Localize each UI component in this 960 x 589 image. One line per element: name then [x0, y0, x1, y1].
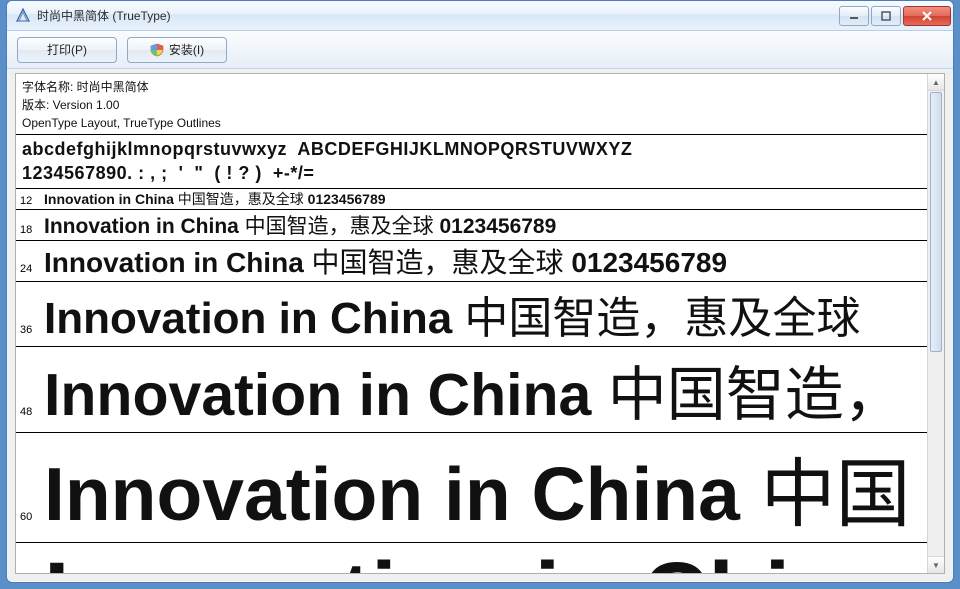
sample-row: 48Innovation in China 中国智造，	[16, 347, 927, 433]
sample-row: 24Innovation in China 中国智造，惠及全球 01234567…	[16, 241, 927, 282]
content-area: 字体名称: 时尚中黑简体 版本: Version 1.00 OpenType L…	[15, 73, 945, 574]
window-frame: 时尚中黑简体 (TrueType) 打印(P)	[6, 0, 954, 583]
sample-text: Innovation in China 中国智造，惠及全球 0123456789	[44, 210, 556, 240]
titlebar[interactable]: 时尚中黑简体 (TrueType)	[7, 1, 953, 31]
maximize-button[interactable]	[871, 6, 901, 26]
font-layout-line: OpenType Layout, TrueType Outlines	[22, 114, 921, 132]
print-button[interactable]: 打印(P)	[17, 37, 117, 63]
alphabet-block: abcdefghijklmnopqrstuvwxyz ABCDEFGHIJKLM…	[16, 135, 927, 189]
close-button[interactable]	[903, 6, 951, 26]
font-metadata: 字体名称: 时尚中黑简体 版本: Version 1.00 OpenType L…	[16, 74, 927, 135]
window-title: 时尚中黑简体 (TrueType)	[37, 7, 837, 24]
sample-text: Innovation in China 中国	[44, 433, 911, 542]
alphabet-lowercase-uppercase: abcdefghijklmnopqrstuvwxyz ABCDEFGHIJKLM…	[22, 137, 921, 161]
sample-text: Innovation in China 中国智造，	[44, 347, 903, 432]
sample-size-label: 24	[20, 263, 44, 275]
scroll-down-arrow[interactable]: ▼	[928, 556, 944, 573]
print-button-label: 打印(P)	[47, 41, 87, 58]
sample-row: 12Innovation in China 中国智造，惠及全球 01234567…	[16, 189, 927, 210]
toolbar: 打印(P) 安装(I)	[7, 31, 953, 69]
maximize-icon	[881, 11, 891, 21]
shield-icon	[150, 43, 164, 57]
sample-text: Innovation in China 中国智造，惠及全球	[44, 282, 860, 346]
sample-size-label: 60	[20, 511, 44, 523]
sample-text: Innovation in China 中国智造，惠及全球 0123456789	[44, 241, 727, 281]
sample-size-label: 48	[20, 406, 44, 418]
sample-row: Innovation in China	[16, 543, 927, 573]
sample-size-label: 18	[20, 224, 44, 236]
sample-list: 12Innovation in China 中国智造，惠及全球 01234567…	[16, 189, 927, 573]
install-button[interactable]: 安装(I)	[127, 37, 227, 63]
app-icon	[15, 8, 31, 24]
sample-row: 18Innovation in China 中国智造，惠及全球 01234567…	[16, 210, 927, 241]
minimize-icon	[849, 11, 859, 21]
install-button-label: 安装(I)	[169, 41, 204, 58]
minimize-button[interactable]	[839, 6, 869, 26]
sample-size-label: 36	[20, 324, 44, 336]
sample-row: 60Innovation in China 中国	[16, 433, 927, 543]
scroll-thumb[interactable]	[930, 92, 942, 352]
sample-text: Innovation in China 中国智造，惠及全球 0123456789	[44, 189, 386, 209]
alphabet-digits-symbols: 1234567890. : , ; ' " ( ! ? ) +-*/=	[22, 161, 921, 185]
window-controls	[837, 6, 951, 26]
scroll-up-arrow[interactable]: ▲	[928, 74, 944, 91]
sample-row: 36Innovation in China 中国智造，惠及全球	[16, 282, 927, 347]
font-name-line: 字体名称: 时尚中黑简体	[22, 78, 921, 96]
close-icon	[921, 10, 933, 22]
vertical-scrollbar[interactable]: ▲ ▼	[927, 74, 944, 573]
font-preview: 字体名称: 时尚中黑简体 版本: Version 1.00 OpenType L…	[16, 74, 927, 573]
font-version-line: 版本: Version 1.00	[22, 96, 921, 114]
sample-size-label: 12	[20, 195, 44, 207]
sample-text: Innovation in China	[44, 543, 898, 573]
